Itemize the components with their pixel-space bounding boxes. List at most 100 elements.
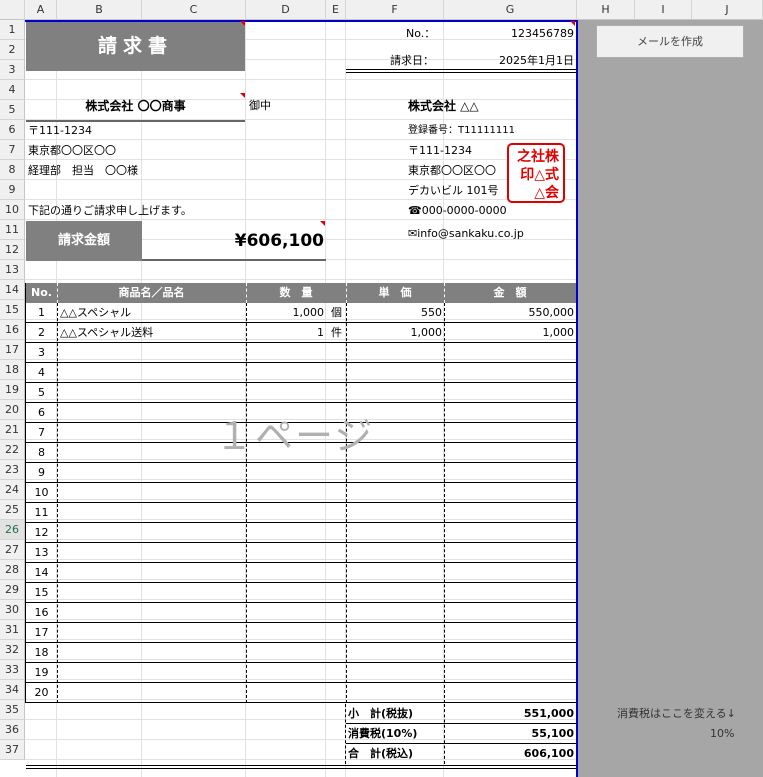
invoice-number[interactable]: 123456789 [446, 24, 574, 44]
item-qty[interactable]: 1,000 [246, 303, 325, 323]
seller-building[interactable]: デカいビル 101号 [408, 181, 499, 201]
row-header-22[interactable]: 22 [0, 440, 25, 460]
row-header-34[interactable]: 34 [0, 680, 25, 700]
item-no: 11 [34, 506, 49, 519]
seal-line: 之社株 [517, 149, 559, 165]
item-qty[interactable]: 1 [246, 323, 324, 343]
item-unit[interactable]: 個 [331, 303, 342, 323]
client-suffix: 御中 [249, 99, 271, 112]
row-header-2[interactable]: 2 [0, 40, 25, 60]
header-qty: 数 量 [279, 286, 313, 299]
row-header-16[interactable]: 16 [0, 320, 25, 340]
row-header-29[interactable]: 29 [0, 580, 25, 600]
invoice-date[interactable]: 2025年1月1日 [446, 51, 574, 71]
row-header-26[interactable]: 26 [0, 520, 25, 540]
item-no: 3 [38, 346, 45, 359]
header-no: No. [31, 286, 52, 299]
seller-address[interactable]: 東京都〇〇区〇〇 [408, 161, 496, 181]
row-header-8[interactable]: 8 [0, 160, 25, 180]
row-header-15[interactable]: 15 [0, 300, 25, 320]
client-name[interactable]: 株式会社 〇〇商事 [26, 96, 245, 116]
column-header-g[interactable]: G [444, 0, 577, 20]
row-header-11[interactable]: 11 [0, 220, 25, 240]
column-header-f[interactable]: F [346, 0, 444, 20]
client-contact[interactable]: 経理部 担当 〇〇様 [28, 161, 138, 181]
item-no: 6 [38, 406, 45, 419]
column-header-c[interactable]: C [142, 0, 246, 20]
column-header-j[interactable]: J [692, 0, 763, 20]
row-header-30[interactable]: 30 [0, 600, 25, 620]
item-no: 19 [34, 666, 49, 679]
item-price[interactable]: 550 [346, 303, 442, 323]
amount-value[interactable]: ¥606,100 [146, 231, 324, 251]
item-no: 1 [38, 306, 45, 319]
column-header-d[interactable]: D [246, 0, 326, 20]
page-outside-area [578, 20, 763, 777]
column-header-h[interactable]: H [577, 0, 635, 20]
column-header-b[interactable]: B [57, 0, 142, 20]
row-header-19[interactable]: 19 [0, 380, 25, 400]
row-header-33[interactable]: 33 [0, 660, 25, 680]
row-header-23[interactable]: 23 [0, 460, 25, 480]
row-header-35[interactable]: 35 [0, 700, 25, 720]
item-no: 12 [34, 526, 49, 539]
row-header-28[interactable]: 28 [0, 560, 25, 580]
row-header-21[interactable]: 21 [0, 420, 25, 440]
seller-tel[interactable]: ☎000-0000-0000 [408, 201, 507, 221]
company-seal[interactable]: 之社株印△式 △会 [507, 143, 565, 203]
create-mail-button[interactable]: メールを作成 [596, 25, 744, 58]
item-amount[interactable]: 1,000 [444, 323, 575, 343]
seal-line: △会 [534, 185, 559, 201]
row-header-24[interactable]: 24 [0, 480, 25, 500]
row-header-7[interactable]: 7 [0, 140, 25, 160]
item-unit[interactable]: 件 [331, 323, 342, 343]
seller-email[interactable]: ✉info@sankaku.co.jp [408, 224, 524, 244]
column-header-a[interactable]: A [25, 0, 57, 20]
row-header-13[interactable]: 13 [0, 260, 25, 280]
item-name[interactable]: △△スペシャル送料 [60, 323, 153, 343]
seal-line: 印△式 [520, 167, 559, 183]
item-price[interactable]: 1,000 [346, 323, 443, 343]
row-header-20[interactable]: 20 [0, 400, 25, 420]
client-zip[interactable]: 〒111-1234 [28, 121, 92, 141]
row-header-4[interactable]: 4 [0, 80, 25, 100]
item-no: 7 [38, 426, 45, 439]
seller-zip[interactable]: 〒111-1234 [408, 141, 472, 161]
page-border-right [576, 20, 578, 777]
row-header-36[interactable]: 36 [0, 720, 25, 740]
row-header-3[interactable]: 3 [0, 60, 25, 80]
item-name[interactable]: △△スペシャル [60, 303, 131, 323]
row-header-25[interactable]: 25 [0, 500, 25, 520]
item-no: 15 [34, 586, 49, 599]
row-header-18[interactable]: 18 [0, 360, 25, 380]
row-header-5[interactable]: 5 [0, 100, 25, 120]
row-header-6[interactable]: 6 [0, 120, 25, 140]
tax-value[interactable]: 55,100 [446, 724, 574, 744]
total-value[interactable]: 606,100 [446, 744, 574, 764]
amount-label: 請求金額 [26, 221, 142, 261]
row-header-31[interactable]: 31 [0, 620, 25, 640]
column-header-i[interactable]: I [635, 0, 692, 20]
seller-reg[interactable]: 登録番号：T11111111 [408, 121, 515, 141]
row-header-37[interactable]: 37 [0, 740, 25, 760]
item-no: 17 [34, 626, 49, 639]
row-header-9[interactable]: 9 [0, 180, 25, 200]
row-header-1[interactable]: 1 [0, 20, 25, 40]
subtotal-value[interactable]: 551,000 [446, 704, 574, 724]
row-header-17[interactable]: 17 [0, 340, 25, 360]
item-amount[interactable]: 550,000 [444, 303, 575, 323]
row-header-14[interactable]: 14 [0, 280, 25, 300]
column-header-e[interactable]: E [326, 0, 346, 20]
row-header-12[interactable]: 12 [0, 240, 25, 260]
row-header-10[interactable]: 10 [0, 200, 25, 220]
tax-rate-cell[interactable]: 10% [710, 724, 734, 744]
page-watermark: １ページ [215, 414, 375, 458]
row-header-32[interactable]: 32 [0, 640, 25, 660]
intro-text[interactable]: 下記の通りご請求申し上げます。 [28, 201, 192, 221]
item-no: 4 [38, 366, 45, 379]
item-no: 8 [38, 446, 45, 459]
client-address[interactable]: 東京都〇〇区〇〇 [28, 141, 116, 161]
seller-name[interactable]: 株式会社 △△ [408, 96, 479, 116]
corner-cell[interactable] [0, 0, 25, 20]
row-header-27[interactable]: 27 [0, 540, 25, 560]
